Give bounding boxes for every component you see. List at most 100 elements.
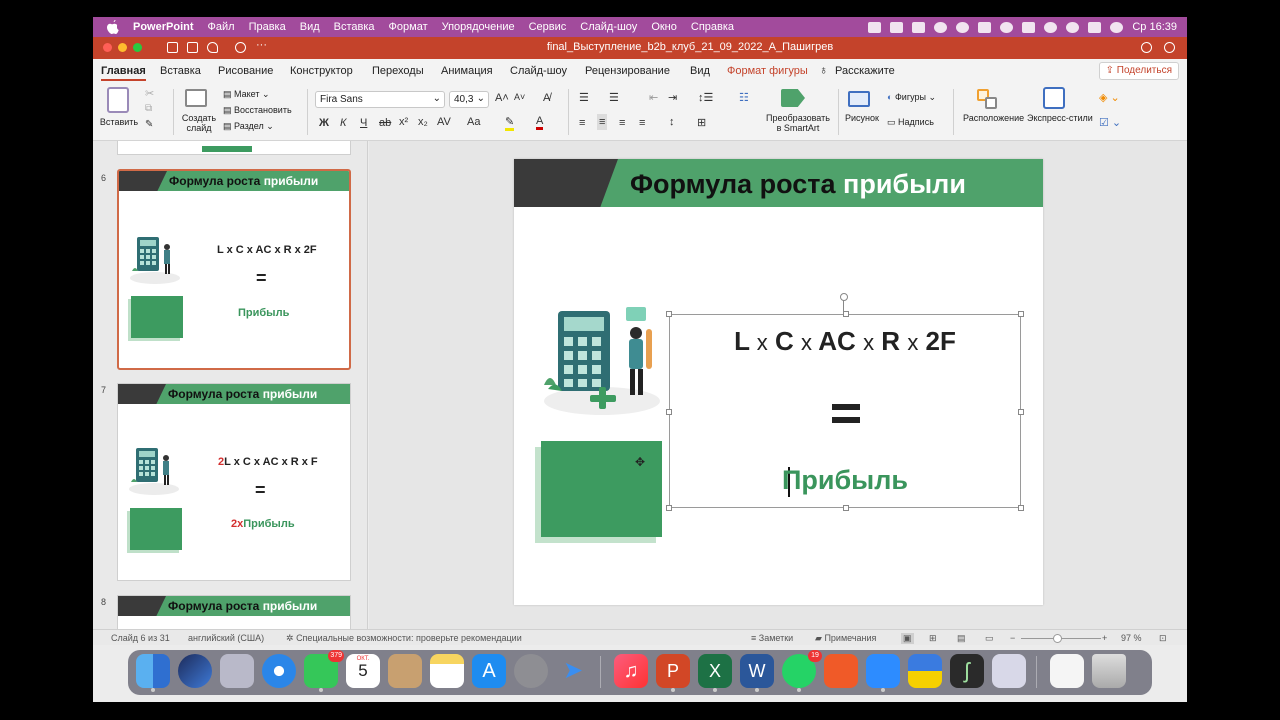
new-slide-button[interactable]: Создать слайд — [179, 113, 219, 133]
resize-handle[interactable] — [1018, 311, 1024, 317]
safari-icon[interactable] — [262, 654, 296, 688]
tab-home[interactable]: Главная — [101, 65, 146, 81]
search-icon[interactable] — [1141, 42, 1152, 53]
whatsapp-icon[interactable]: 19 — [782, 650, 822, 692]
tab-view[interactable]: Вид — [690, 65, 710, 77]
arrange-button[interactable]: Расположение — [963, 113, 1024, 123]
resize-handle[interactable] — [1018, 409, 1024, 415]
rotate-handle-icon[interactable] — [840, 293, 848, 301]
document-icon[interactable] — [1050, 654, 1084, 688]
formula-text-box[interactable]: L x C x AC x R x 2F Прибыль — [666, 293, 1024, 511]
zoom-in-button[interactable]: + — [1102, 633, 1107, 643]
more-icon[interactable]: ··· — [256, 39, 267, 51]
tab-design[interactable]: Конструктор — [290, 65, 353, 77]
section-button[interactable]: ▤ Раздел ⌄ — [223, 121, 274, 132]
decrease-font-icon[interactable]: A˅ — [514, 92, 525, 102]
apps-grid-icon[interactable] — [220, 654, 254, 688]
status-tray-icon[interactable] — [868, 21, 882, 33]
character-spacing-icon[interactable]: AV — [437, 116, 451, 128]
convert-smartart-button[interactable]: Преобразовать в SmartArt — [758, 113, 838, 133]
columns-icon[interactable]: ☷ — [739, 91, 749, 104]
wifi-icon[interactable] — [1044, 21, 1058, 33]
script-app-icon[interactable]: ʃ — [950, 654, 984, 688]
menu-insert[interactable]: Вставка — [334, 21, 375, 33]
paste-icon[interactable] — [107, 87, 129, 113]
preview-icon[interactable] — [992, 654, 1026, 688]
zoom-out-button[interactable]: − — [1010, 633, 1015, 643]
resize-handle[interactable] — [843, 311, 849, 317]
status-tray-icon[interactable] — [956, 21, 970, 33]
shapes-button[interactable]: ◐ Фигуры ⌄ — [887, 92, 936, 103]
shape-fill-icon[interactable]: ◈ ⌄ — [1099, 91, 1120, 104]
messages-icon[interactable]: 379 — [304, 650, 344, 692]
font-name-select[interactable]: Fira Sans ⌄ — [315, 91, 445, 108]
app-icon[interactable] — [824, 654, 858, 688]
menu-help[interactable]: Справка — [691, 21, 734, 33]
save-icon[interactable] — [187, 42, 198, 53]
subscript-icon[interactable]: x₂ — [418, 116, 428, 128]
tab-transitions[interactable]: Переходы — [372, 65, 424, 77]
picture-icon[interactable] — [848, 91, 870, 107]
paste-button[interactable]: Вставить — [99, 117, 139, 127]
textbox-button[interactable]: ▭ Надпись — [887, 117, 934, 128]
bold-button[interactable]: Ж — [319, 117, 329, 129]
zoom-slider-thumb[interactable] — [1053, 634, 1062, 643]
fit-to-window-icon[interactable]: ⊡ — [1159, 633, 1167, 644]
copy-icon[interactable]: ⧉ — [145, 103, 152, 114]
align-right-icon[interactable]: ≡ — [619, 117, 625, 129]
align-left-icon[interactable]: ≡ — [579, 117, 585, 129]
resize-handle[interactable] — [1018, 505, 1024, 511]
app-store-icon[interactable]: A — [472, 654, 506, 688]
format-painter-icon[interactable]: ✎ — [145, 119, 153, 130]
slide-thumbnail[interactable] — [117, 141, 351, 155]
superscript-icon[interactable]: x² — [399, 116, 408, 128]
excel-icon[interactable]: X — [698, 654, 732, 692]
search-icon[interactable] — [1066, 21, 1080, 33]
profit-text[interactable]: Прибыль — [670, 465, 1020, 496]
redo-icon[interactable] — [235, 42, 246, 53]
slide-title[interactable]: Формула роста прибыли — [630, 169, 966, 200]
increase-font-icon[interactable]: A˄ — [495, 92, 509, 104]
formula-text[interactable]: L x C x AC x R x 2F — [670, 326, 1020, 357]
share-button[interactable]: ⇪ Поделиться — [1098, 62, 1179, 80]
close-window-button[interactable] — [103, 43, 112, 52]
ukraine-flag-icon[interactable] — [908, 654, 942, 688]
status-tray-icon[interactable] — [912, 21, 926, 33]
notes-button[interactable]: ≡ Заметки — [751, 633, 793, 643]
zoom-app-icon[interactable] — [866, 654, 900, 692]
resize-handle[interactable] — [666, 311, 672, 317]
reading-view-icon[interactable]: ▤ — [957, 633, 966, 644]
comments-button[interactable]: ▰ Примечания — [815, 633, 876, 644]
picture-button[interactable]: Рисунок — [845, 113, 879, 123]
line-spacing-icon[interactable]: ↕☰ — [698, 91, 713, 104]
menu-view[interactable]: Вид — [300, 21, 320, 33]
quick-styles-icon[interactable] — [1043, 87, 1065, 109]
system-settings-icon[interactable] — [514, 654, 548, 688]
contacts-icon[interactable] — [388, 654, 422, 688]
trash-icon[interactable] — [1092, 654, 1126, 688]
language-indicator[interactable]: английский (США) — [188, 633, 264, 643]
tell-me-search[interactable]: Расскажите — [835, 65, 895, 77]
menu-arrange[interactable]: Упорядочение — [442, 21, 515, 33]
calculator-illustration[interactable] — [540, 299, 665, 419]
bullets-icon[interactable]: ☰ — [579, 91, 589, 104]
tab-shape-format[interactable]: Формат фигуры — [727, 65, 808, 77]
music-icon[interactable]: ♫ — [614, 654, 648, 688]
decrease-indent-icon[interactable]: ⇤ — [649, 91, 658, 104]
slide-sorter-icon[interactable]: ⊞ — [929, 633, 937, 644]
apple-icon[interactable] — [107, 20, 119, 34]
status-tray-icon[interactable] — [890, 21, 904, 33]
menu-clock[interactable]: Ср 16:39 — [1132, 21, 1177, 33]
cut-icon[interactable]: ✂ — [145, 87, 154, 100]
normal-view-icon[interactable]: ▣ — [901, 633, 914, 644]
powerpoint-icon[interactable]: P — [656, 654, 690, 692]
menu-file[interactable]: Файл — [208, 21, 235, 33]
tab-animations[interactable]: Анимация — [441, 65, 493, 77]
slide-thumbnail-selected[interactable]: Формула роста прибыли L x C x AC x R x 2… — [117, 169, 351, 370]
tab-slideshow[interactable]: Слайд-шоу — [510, 65, 567, 77]
menu-app-name[interactable]: PowerPoint — [133, 21, 194, 33]
siri-icon[interactable] — [1110, 21, 1124, 33]
word-icon[interactable]: W — [740, 654, 774, 692]
accessibility-status[interactable]: ✲ Специальные возможности: проверьте рек… — [286, 633, 522, 644]
account-icon[interactable] — [1164, 42, 1175, 53]
